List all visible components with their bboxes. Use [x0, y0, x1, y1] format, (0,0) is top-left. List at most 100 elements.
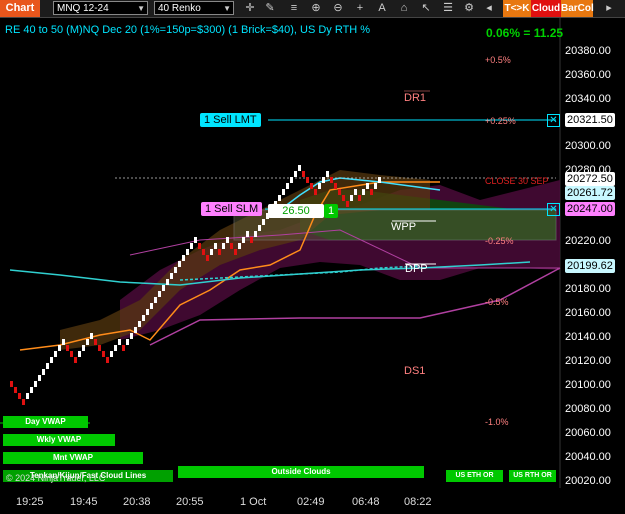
price-chart[interactable]	[0, 18, 625, 488]
price-tick: 20020.00	[565, 475, 611, 487]
slm-price-field[interactable]: 26.50	[268, 204, 324, 218]
up-brick	[362, 189, 365, 195]
up-brick	[174, 267, 177, 273]
cloud-toggle-button[interactable]: Cloud	[531, 0, 561, 17]
up-brick	[158, 291, 161, 297]
up-brick	[138, 321, 141, 327]
down-brick	[102, 351, 105, 357]
up-brick	[82, 345, 85, 351]
down-brick	[70, 351, 73, 357]
back-icon[interactable]: ◂	[482, 1, 496, 15]
properties-icon[interactable]: ⚙	[462, 1, 476, 15]
us-rth-or-button[interactable]: US RTH OR	[509, 470, 556, 482]
up-brick	[246, 231, 249, 237]
ema-price-tag: 20261.72	[565, 186, 615, 200]
day-vwap-button[interactable]: Day VWAP	[3, 416, 88, 428]
mnt-vwap-button[interactable]: Mnt VWAP	[3, 452, 143, 464]
up-brick	[262, 219, 265, 225]
shapes-icon[interactable]: ⌂	[397, 1, 411, 15]
down-brick	[310, 183, 313, 189]
up-brick	[194, 237, 197, 243]
text-icon[interactable]: A	[375, 1, 389, 15]
copyright-text: © 2024 NinjaTrader, LLC	[6, 473, 106, 483]
up-brick	[170, 273, 173, 279]
up-brick	[294, 171, 297, 177]
up-brick	[50, 357, 53, 363]
cancel-lmt-order-icon[interactable]: ✕	[547, 114, 560, 127]
us-eth-or-button[interactable]: US ETH OR	[446, 470, 503, 482]
up-brick	[242, 237, 245, 243]
up-brick	[110, 351, 113, 357]
bar-type-value: 40 Renko	[158, 3, 201, 14]
up-brick	[254, 231, 257, 237]
down-brick	[66, 345, 69, 351]
wkly-vwap-button[interactable]: Wkly VWAP	[3, 434, 115, 446]
up-brick	[326, 171, 329, 177]
draw-icon[interactable]: ✎	[263, 1, 277, 15]
up-brick	[90, 333, 93, 339]
tc-toggle-button[interactable]: T<>K	[503, 0, 531, 17]
crosshair-icon[interactable]: ✛	[243, 1, 257, 15]
outside-clouds-button[interactable]: Outside Clouds	[178, 466, 424, 478]
up-brick	[258, 225, 261, 231]
up-brick	[226, 237, 229, 243]
up-brick	[30, 387, 33, 393]
down-brick	[10, 381, 13, 387]
up-brick	[134, 327, 137, 333]
down-brick	[206, 255, 209, 261]
zoom-out-icon[interactable]: ⊖	[331, 1, 345, 15]
sell-slm-order[interactable]: 1 Sell SLM	[201, 202, 263, 216]
up-brick	[162, 285, 165, 291]
chart-tab[interactable]: Chart	[0, 0, 40, 17]
up-brick	[354, 189, 357, 195]
down-brick	[94, 339, 97, 345]
up-brick	[150, 303, 153, 309]
up-brick	[182, 255, 185, 261]
chevron-right-icon[interactable]: ▸	[598, 1, 620, 15]
down-brick	[234, 249, 237, 255]
down-brick	[342, 195, 345, 201]
up-brick	[238, 243, 241, 249]
chart-toolbar: Chart MNQ 12-24 ▼ 40 Renko ▼ ✛ ✎ ≡ ⊕ ⊖ +…	[0, 0, 625, 18]
price-tick: 20220.00	[565, 235, 611, 247]
list-icon[interactable]: ☰	[441, 1, 455, 15]
up-brick	[222, 243, 225, 249]
up-brick	[34, 381, 37, 387]
zoom-in-icon[interactable]: ⊕	[309, 1, 323, 15]
up-brick	[278, 195, 281, 201]
up-brick	[166, 279, 169, 285]
up-brick	[350, 195, 353, 201]
down-brick	[218, 249, 221, 255]
cancel-slm-order-icon[interactable]: ✕	[547, 203, 560, 216]
chevron-down-icon: ▼	[137, 4, 145, 13]
bar-type-selector[interactable]: 40 Renko ▼	[154, 1, 234, 15]
down-brick	[22, 399, 25, 405]
down-brick	[98, 345, 101, 351]
price-tick: 20100.00	[565, 379, 611, 391]
down-brick	[202, 249, 205, 255]
lines-icon[interactable]: ≡	[287, 1, 301, 15]
pct-label-plus-05: +0.5%	[485, 55, 511, 65]
up-brick	[318, 183, 321, 189]
up-brick	[114, 345, 117, 351]
time-tick: 19:25	[16, 496, 44, 508]
plus-icon[interactable]: +	[353, 1, 367, 15]
pct-label-minus-10: -1.0%	[485, 417, 509, 427]
up-brick	[62, 339, 65, 345]
down-brick	[198, 243, 201, 249]
instrument-selector[interactable]: MNQ 12-24 ▼	[53, 1, 148, 15]
up-brick	[322, 177, 325, 183]
up-brick	[86, 339, 89, 345]
up-brick	[78, 351, 81, 357]
up-brick	[38, 375, 41, 381]
price-tick: 20340.00	[565, 93, 611, 105]
up-brick	[214, 243, 217, 249]
up-brick	[126, 339, 129, 345]
up-brick	[186, 249, 189, 255]
up-brick	[142, 315, 145, 321]
barcol-toggle-button[interactable]: BarCol	[561, 0, 594, 17]
cursor-icon[interactable]: ↖	[419, 1, 433, 15]
slm-qty-field[interactable]: 1	[324, 204, 339, 218]
sell-lmt-order[interactable]: 1 Sell LMT	[200, 113, 261, 127]
price-tick: 20180.00	[565, 283, 611, 295]
